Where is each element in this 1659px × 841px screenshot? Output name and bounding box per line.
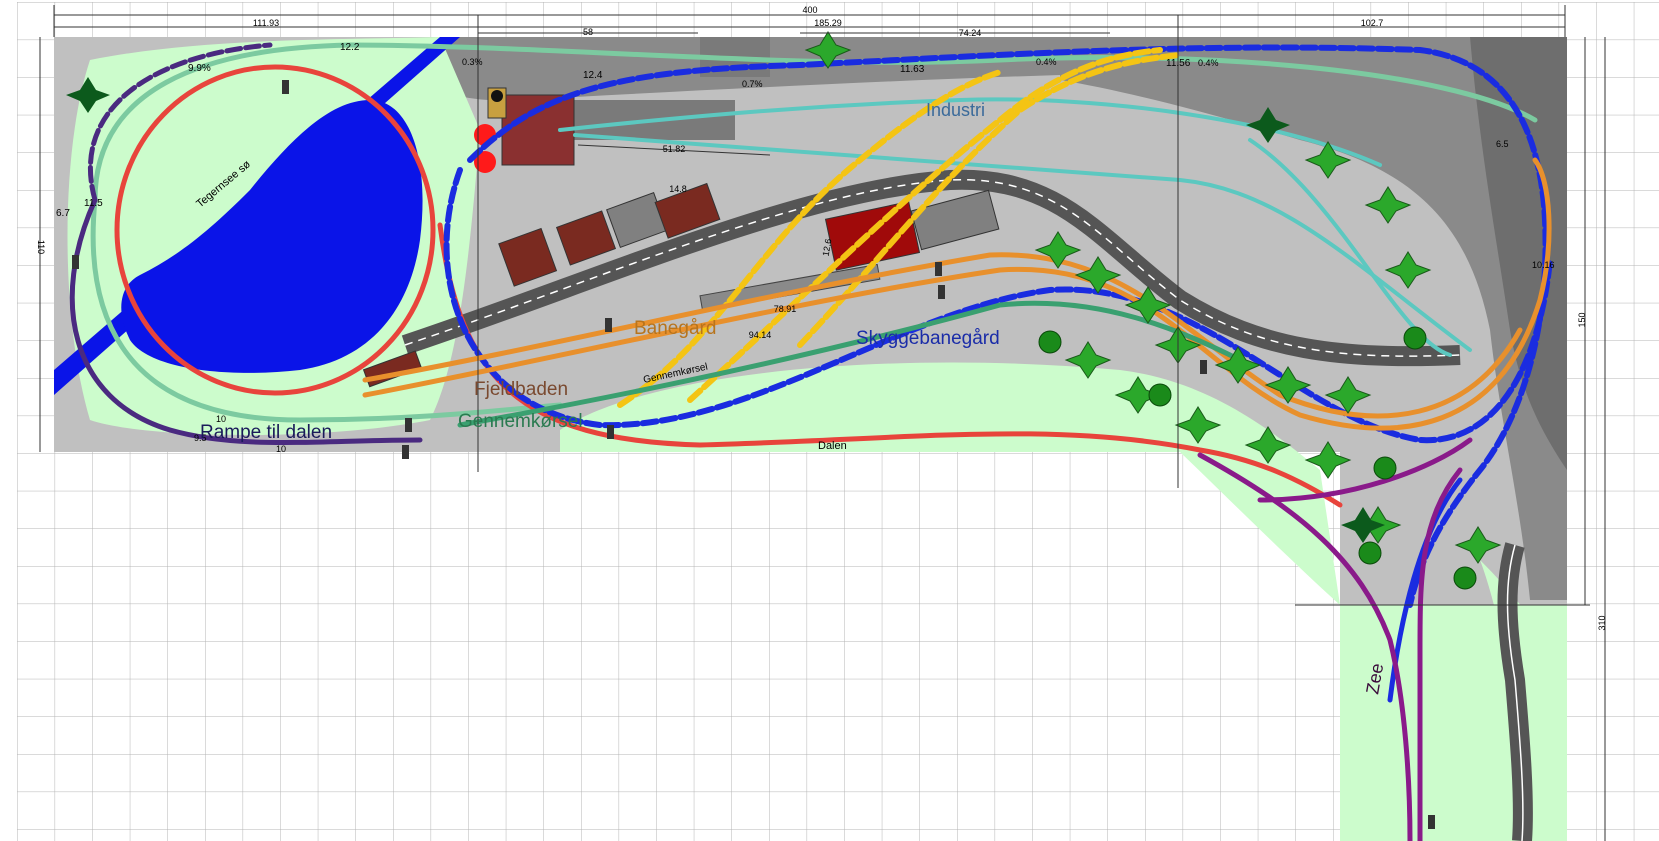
grade-115: 11.5	[84, 198, 103, 209]
signal-8	[938, 285, 945, 299]
signal-4	[405, 418, 412, 432]
grade-67: 6.7	[56, 208, 70, 219]
dim-9414: 94.14	[749, 330, 772, 340]
label-gennemkorsel: Gennemkørsel	[458, 411, 583, 432]
dim-58: 58	[583, 27, 593, 37]
grade-99: 9.9%	[188, 63, 211, 74]
dim-height-total: 310	[1597, 615, 1607, 630]
grade-04a: 0.4%	[1036, 57, 1057, 67]
label-banegaard: Banegård	[634, 318, 716, 339]
signal-6	[607, 425, 614, 439]
grade-65: 6.5	[1496, 139, 1509, 149]
signal-7	[935, 262, 942, 276]
bush-6	[1453, 566, 1477, 590]
dim-height-right: 150	[1577, 312, 1587, 327]
label-fjeldbaden: Fjeldbaden	[474, 379, 568, 400]
label-rampe: Rampe til dalen	[200, 422, 332, 443]
dim-total-width: 400	[802, 5, 817, 15]
bush-5	[1358, 541, 1382, 565]
grade-122: 12.2	[340, 42, 360, 53]
grade-07: 0.7%	[742, 79, 763, 89]
signal-2	[72, 255, 79, 269]
dim-74: 74.24	[959, 28, 982, 38]
dim-right-width: 102.7	[1361, 18, 1384, 28]
grade-04b: 0.4%	[1198, 58, 1219, 68]
track-plan-diagram: 400 111.93 58 185.29 74.24 102.7 51.82 1…	[0, 0, 1659, 841]
grade-124: 12.4	[583, 70, 603, 81]
bush-3	[1373, 456, 1397, 480]
dim-7891: 78.91	[774, 304, 797, 314]
dim-148: 14.8	[669, 184, 687, 194]
label-industri: Industri	[926, 100, 985, 120]
signal-1	[282, 80, 289, 94]
bush-4	[1403, 326, 1427, 350]
dim-left-width: 111.93	[253, 18, 279, 28]
label-skyggebanegaard: Skyggebanegård	[856, 328, 1000, 349]
silo-top	[491, 90, 503, 102]
dim-5182: 51.82	[663, 144, 686, 154]
grade-10b: 10	[276, 444, 286, 454]
bush-2	[1148, 383, 1172, 407]
dim-185: 185.29	[814, 18, 842, 28]
dim-height-left: 110	[36, 240, 46, 254]
signal-9	[1200, 360, 1207, 374]
grade-1163: 11.63	[900, 64, 925, 75]
signal-10	[1428, 815, 1435, 829]
grade-1016: 10.16	[1532, 260, 1555, 270]
grade-1156: 11.56	[1166, 58, 1191, 69]
bush-1	[1038, 330, 1062, 354]
signal-5	[402, 445, 409, 459]
signal-3	[605, 318, 612, 332]
grade-03: 0.3%	[462, 57, 483, 67]
label-dalen: Dalen	[818, 440, 847, 452]
